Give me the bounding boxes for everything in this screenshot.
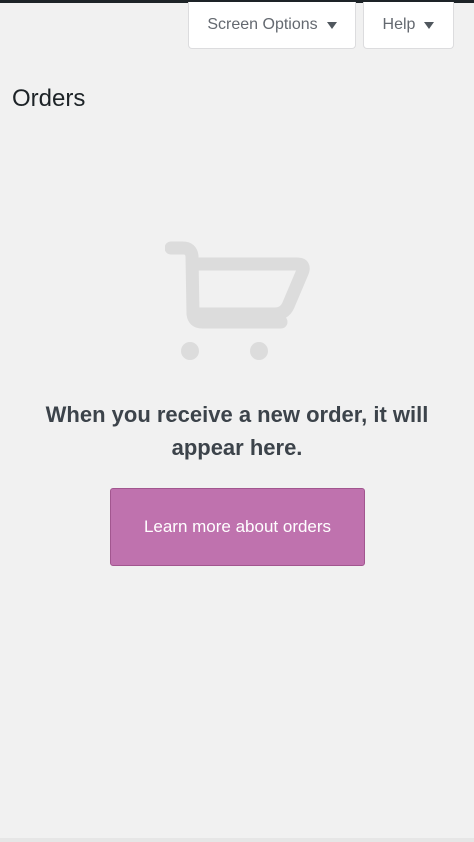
learn-more-orders-button[interactable]: Learn more about orders — [110, 488, 365, 566]
help-label: Help — [382, 16, 416, 33]
shopping-cart-icon — [165, 241, 310, 360]
screen-options-label: Screen Options — [207, 16, 318, 33]
caret-down-icon — [424, 21, 435, 29]
page-title: Orders — [12, 85, 86, 112]
empty-state-message: When you receive a new order, it will ap… — [45, 402, 429, 460]
help-button[interactable]: Help — [363, 2, 454, 49]
screen-options-button[interactable]: Screen Options — [188, 2, 356, 49]
bottom-edge — [0, 838, 474, 842]
learn-more-label: Learn more about orders — [143, 517, 332, 536]
caret-down-icon — [326, 21, 337, 29]
orders-page: Screen Options Help Orders When you rece… — [0, 0, 474, 842]
